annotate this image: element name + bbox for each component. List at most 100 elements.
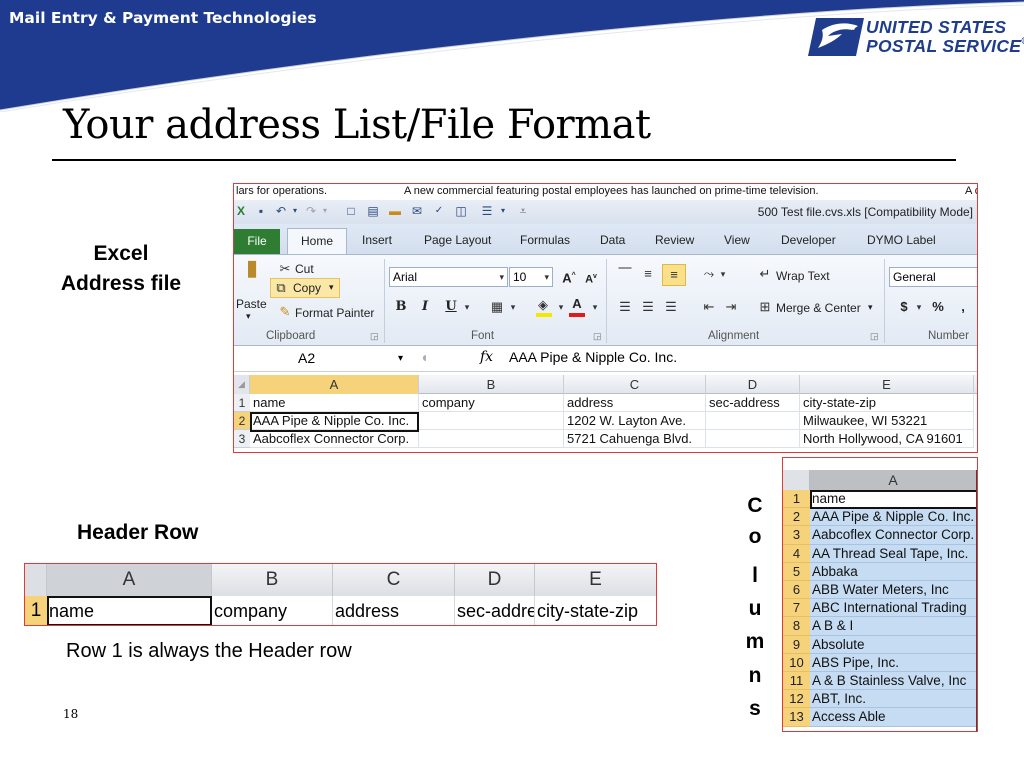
row-header[interactable]: 3 <box>783 526 810 545</box>
currency-dropdown-icon[interactable]: ▾ <box>910 298 928 316</box>
cell-d1[interactable]: sec-address <box>455 596 535 625</box>
column-a-cell[interactable]: A B & I <box>810 617 976 636</box>
tab-home[interactable]: Home <box>287 228 347 255</box>
redo-icon[interactable]: ↷ <box>304 204 318 218</box>
column-a-cell[interactable]: AAA Pipe & Nipple Co. Inc. <box>810 508 976 527</box>
tab-formulas[interactable]: Formulas <box>520 233 570 247</box>
font-name-select[interactable]: Arial ▾ <box>389 267 508 287</box>
insert-function-icon[interactable]: fx <box>480 349 493 365</box>
tab-dymo-label[interactable]: DYMO Label <box>867 233 936 247</box>
cell-d3[interactable] <box>706 430 800 448</box>
alignment-launcher-icon[interactable]: ◲ <box>870 331 879 342</box>
column-a-cell[interactable]: ABB Water Meters, Inc <box>810 581 976 600</box>
select-all-corner[interactable] <box>25 564 47 596</box>
cell-e3[interactable]: North Hollywood, CA 91601 <box>800 430 974 448</box>
row-header[interactable]: 4 <box>783 544 810 563</box>
cell-b1[interactable]: company <box>419 394 564 412</box>
column-header-b[interactable]: B <box>419 375 564 394</box>
column-a-cell[interactable]: Access Able <box>810 708 976 727</box>
tab-file[interactable]: File <box>234 229 280 254</box>
font-launcher-icon[interactable]: ◲ <box>593 331 602 342</box>
cell-e1[interactable]: city-state-zip <box>800 394 974 412</box>
column-header-a[interactable]: A <box>47 564 212 596</box>
orientation-dropdown-icon[interactable]: ▾ <box>714 265 732 283</box>
tab-data[interactable]: Data <box>600 233 625 247</box>
column-a-cell[interactable]: ABT, Inc. <box>810 690 976 709</box>
align-right-icon[interactable]: ☰ <box>662 298 680 316</box>
column-header-e[interactable]: E <box>800 375 974 394</box>
formula-bar-resize-icon[interactable]: ◖ <box>420 349 428 365</box>
select-all-corner[interactable] <box>783 470 810 490</box>
cell-a1[interactable]: name <box>250 394 419 412</box>
column-a-cell[interactable]: A & B Stainless Valve, Inc <box>810 672 976 691</box>
row-header[interactable]: 12 <box>783 690 810 709</box>
cell-d1[interactable]: sec-address <box>706 394 800 412</box>
new-file-icon[interactable]: □ <box>344 204 358 218</box>
cell-e1[interactable]: city-state-zip <box>535 596 656 625</box>
decrease-indent-icon[interactable]: ⇤ <box>700 298 718 316</box>
cell-c2[interactable]: 1202 W. Layton Ave. <box>564 412 706 430</box>
row-header[interactable]: 5 <box>783 562 810 581</box>
print-icon[interactable]: ▤ <box>366 204 380 218</box>
row-header[interactable]: 9 <box>783 635 810 654</box>
name-box-dropdown-icon[interactable]: ▾ <box>398 353 403 364</box>
column-header-a[interactable]: A <box>250 375 419 394</box>
tab-insert[interactable]: Insert <box>362 233 392 247</box>
excel-app-icon[interactable]: X <box>234 204 248 218</box>
row-header[interactable]: 6 <box>783 581 810 600</box>
cell-d2[interactable] <box>706 412 800 430</box>
wrap-text-button[interactable]: Wrap Text <box>776 269 830 283</box>
select-all-corner[interactable]: ◢ <box>234 375 250 394</box>
customize-toolbar-icon[interactable]: ⩡ <box>516 204 530 218</box>
align-middle-icon[interactable]: ≡ <box>639 265 657 283</box>
column-header-d[interactable]: D <box>455 564 535 596</box>
align-center-icon[interactable]: ☰ <box>639 298 657 316</box>
merge-center-button[interactable]: Merge & Center <box>776 301 861 315</box>
column-header-a[interactable]: A <box>810 470 976 490</box>
column-a-cell[interactable]: Absolute <box>810 635 976 654</box>
spelling-icon[interactable]: ✓ <box>432 204 446 218</box>
undo-icon[interactable]: ↶ <box>274 204 288 218</box>
merge-center-dropdown-icon[interactable]: ▾ <box>868 302 873 313</box>
formula-input[interactable]: AAA Pipe & Nipple Co. Inc. <box>509 349 677 365</box>
row-header[interactable]: 7 <box>783 599 810 618</box>
row-header-1[interactable]: 1 <box>234 394 250 412</box>
font-color-dropdown-icon[interactable]: ▾ <box>586 298 604 316</box>
row-header-1[interactable]: 1 <box>25 596 47 625</box>
font-size-select[interactable]: 10 ▾ <box>509 267 553 287</box>
open-folder-icon[interactable]: ▬ <box>388 204 402 218</box>
row-header[interactable]: 2 <box>783 508 810 527</box>
paste-button[interactable]: Paste <box>236 297 267 311</box>
column-a-cell[interactable]: Abbaka <box>810 562 976 581</box>
row-header[interactable]: 10 <box>783 653 810 672</box>
grow-font-icon[interactable]: A^ <box>560 267 578 285</box>
clipboard-launcher-icon[interactable]: ◲ <box>370 331 379 342</box>
tab-review[interactable]: Review <box>655 233 694 247</box>
name-box[interactable]: A2 ▾ <box>234 347 412 370</box>
row-header[interactable]: 11 <box>783 672 810 691</box>
column-header-b[interactable]: B <box>212 564 333 596</box>
print-preview-icon[interactable]: ◫ <box>454 204 468 218</box>
email-icon[interactable]: ✉ <box>410 204 424 218</box>
cell-b1[interactable]: company <box>212 596 333 625</box>
borders-dropdown-icon[interactable]: ▾ <box>504 298 522 316</box>
form-dropdown-icon[interactable]: ▾ <box>496 204 510 218</box>
column-a-cell[interactable]: ABC International Trading <box>810 599 976 618</box>
number-format-select[interactable]: General <box>889 267 977 287</box>
fill-color-icon[interactable]: ◈ <box>534 296 552 314</box>
paste-icon[interactable]: ▮ <box>238 257 266 285</box>
row-header[interactable]: 8 <box>783 617 810 636</box>
font-color-icon[interactable]: A <box>568 295 586 313</box>
underline-dropdown-icon[interactable]: ▾ <box>458 298 476 316</box>
row-header[interactable]: 1 <box>783 490 810 509</box>
align-bottom-button[interactable]: ≡ <box>662 264 686 286</box>
align-top-icon[interactable]: ⎺ <box>616 265 634 283</box>
row-header-2[interactable]: 2 <box>234 412 250 430</box>
italic-button[interactable]: I <box>416 298 434 316</box>
column-a-cell[interactable]: Aabcoflex Connector Corp. <box>810 526 976 545</box>
copy-button[interactable]: ⧉ Copy ▾ <box>270 278 340 298</box>
copy-dropdown-icon[interactable]: ▾ <box>329 282 334 293</box>
tab-developer[interactable]: Developer <box>781 233 836 247</box>
cell-c1[interactable]: address <box>333 596 455 625</box>
form-icon[interactable]: ☰ <box>480 204 494 218</box>
